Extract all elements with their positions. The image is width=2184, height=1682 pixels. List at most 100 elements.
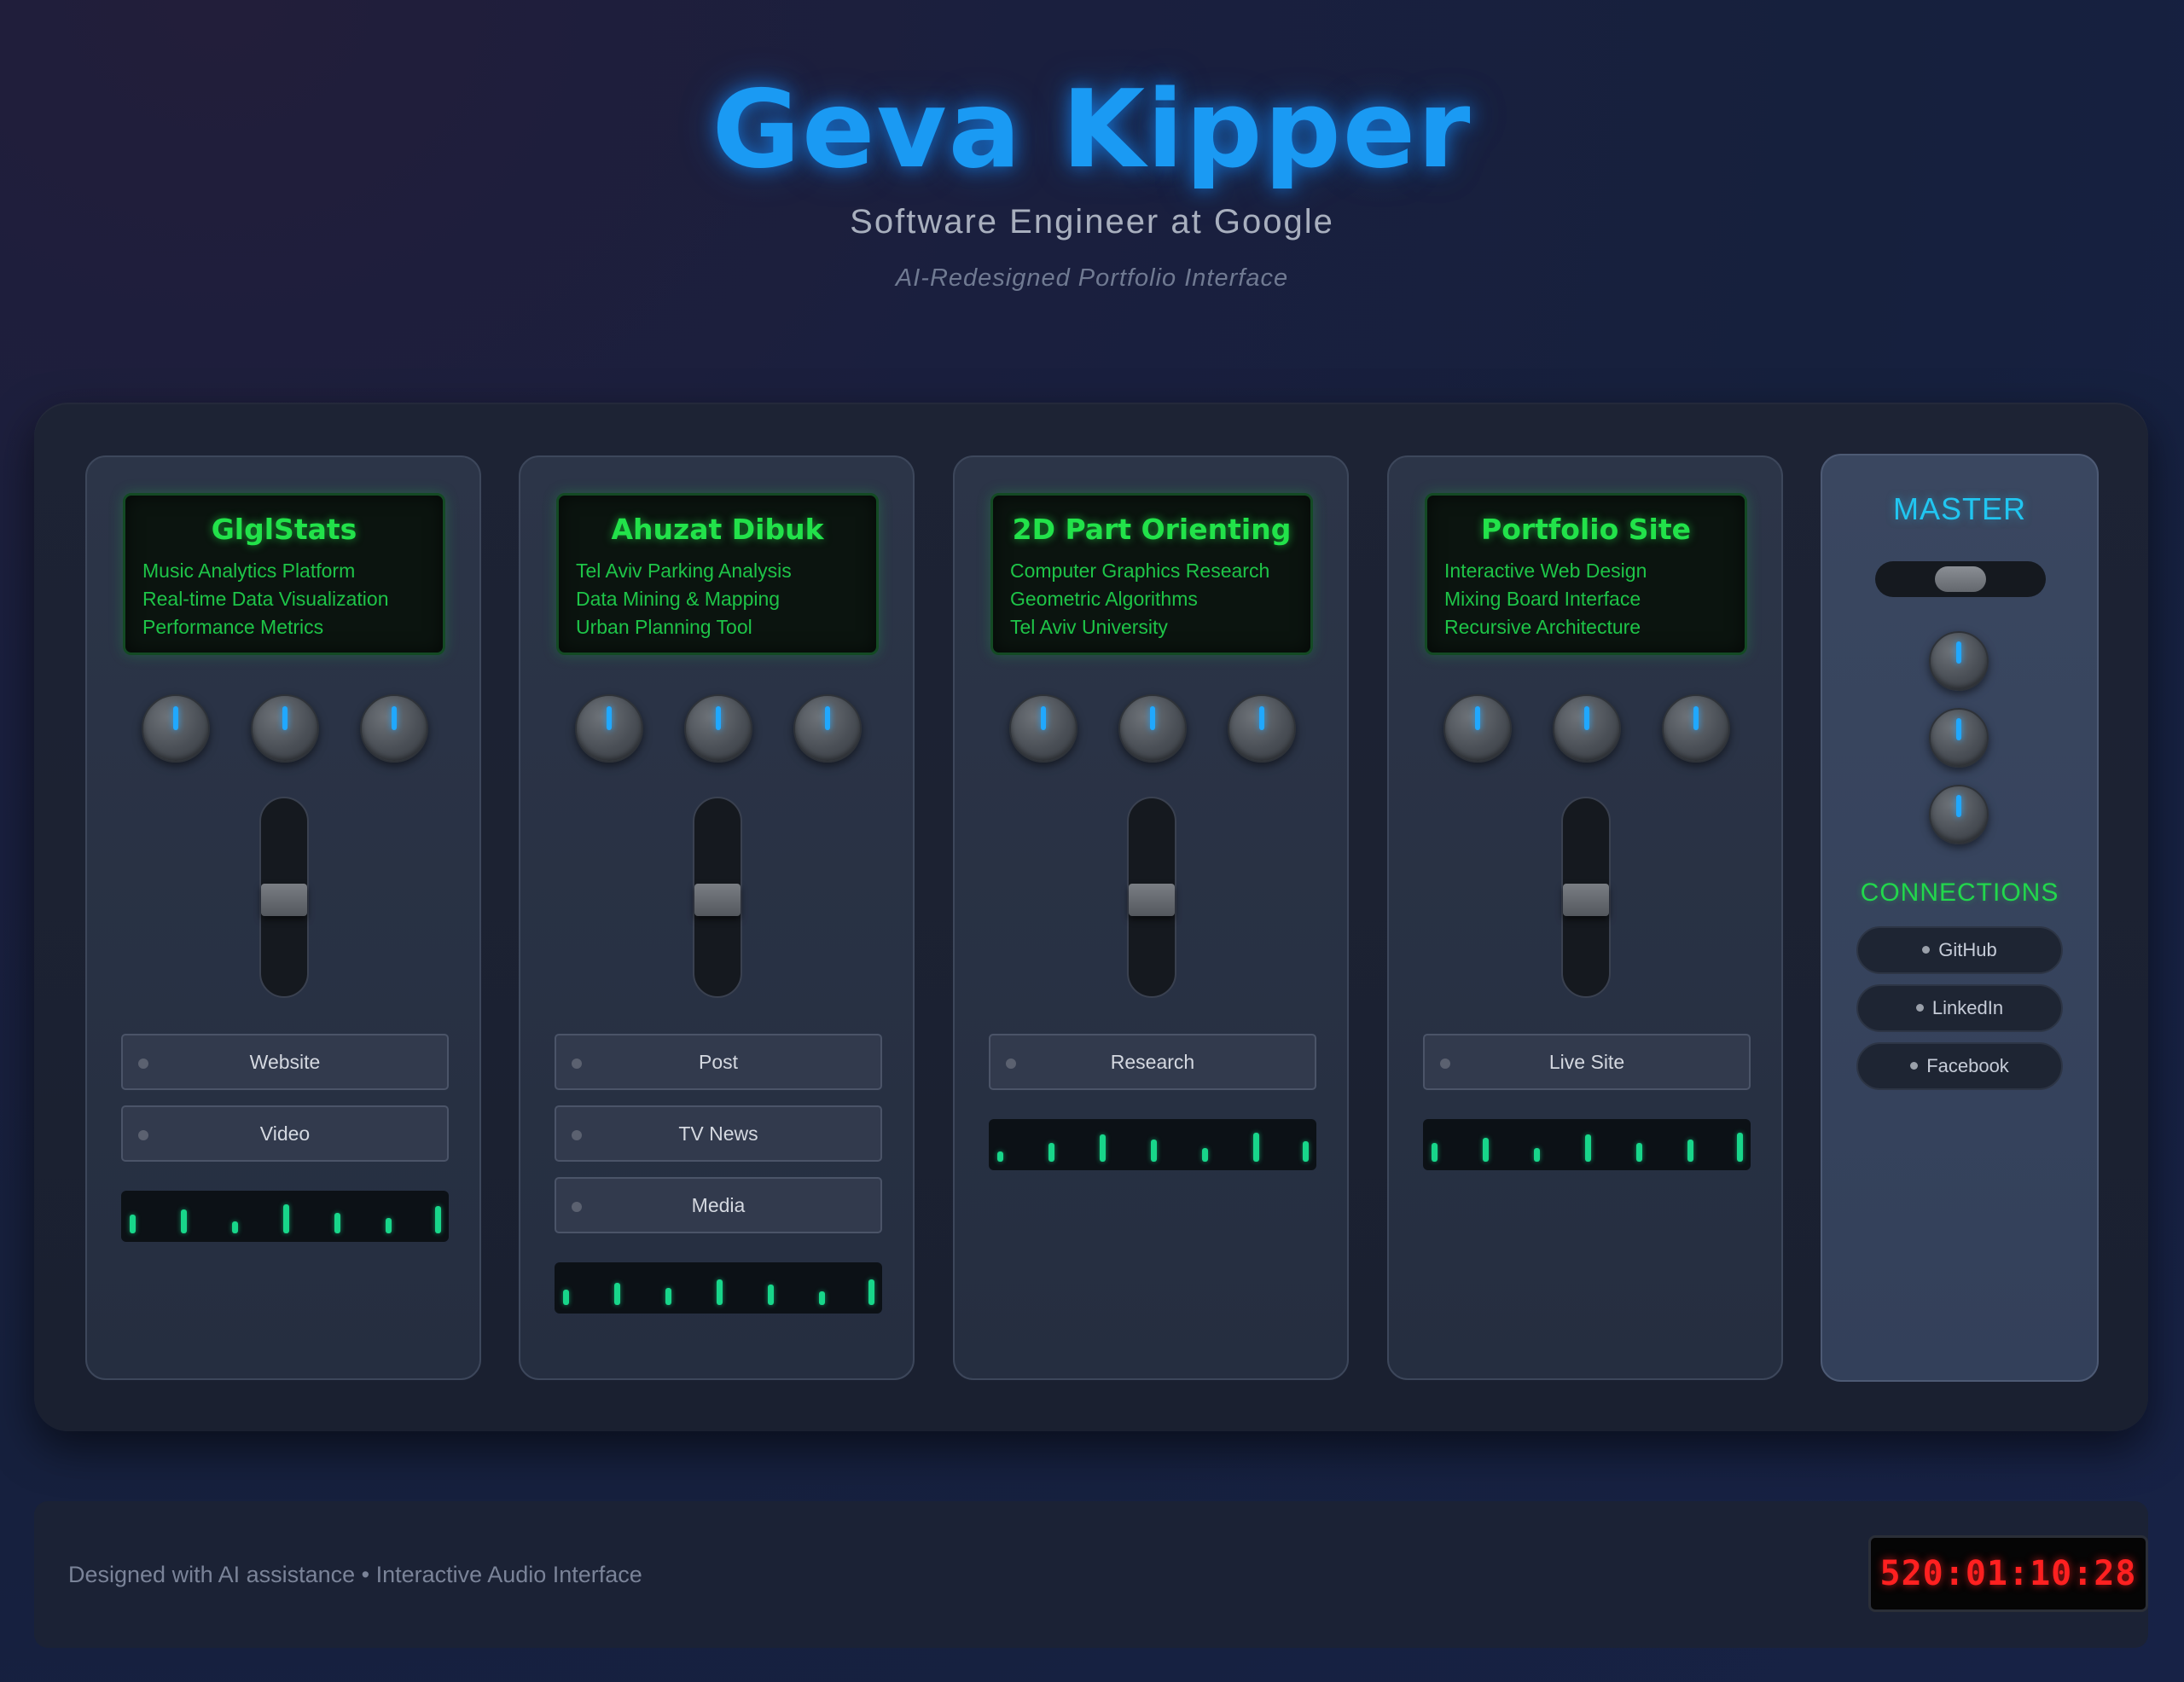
meter-bar — [665, 1288, 671, 1305]
knob[interactable] — [1118, 694, 1187, 763]
meter-bar — [1151, 1140, 1157, 1162]
channel-title: GlglStats — [211, 513, 357, 546]
master-section: MASTER CONNECTIONS GitHub LinkedIn Faceb… — [1821, 454, 2099, 1382]
channel-description-line: Performance Metrics — [142, 616, 324, 638]
meter-bar — [1303, 1141, 1309, 1162]
clock-display: 520:01:10:28 — [1868, 1535, 2148, 1612]
channel-display: Portfolio Site Interactive Web Design Mi… — [1425, 493, 1747, 655]
clock-readout: 520:01:10:28 — [1879, 1554, 2137, 1593]
master-switch[interactable] — [1875, 561, 2046, 597]
fader-track[interactable] — [1127, 797, 1176, 998]
channel-description-line: Tel Aviv Parking Analysis — [576, 560, 792, 582]
master-knob[interactable] — [1929, 631, 1989, 691]
master-knob[interactable] — [1929, 708, 1989, 768]
meter-bar — [868, 1279, 874, 1305]
meter-bar — [1048, 1143, 1054, 1162]
meter-bar — [1585, 1134, 1591, 1162]
meter-bar — [1100, 1134, 1106, 1162]
meter-bar — [1636, 1143, 1642, 1162]
github-link[interactable]: GitHub — [1856, 926, 2063, 974]
meter-bar — [717, 1279, 723, 1305]
knob[interactable] — [1228, 694, 1296, 763]
meter-bar — [1534, 1148, 1540, 1162]
knob[interactable] — [142, 694, 210, 763]
knob[interactable] — [1662, 694, 1730, 763]
channel-glglstats: GlglStats Music Analytics Platform Real-… — [85, 455, 481, 1380]
fader-handle[interactable] — [1563, 884, 1609, 916]
channel-display: Ahuzat Dibuk Tel Aviv Parking Analysis D… — [556, 493, 879, 655]
dot-icon — [1922, 945, 1931, 954]
research-button[interactable]: Research — [989, 1034, 1316, 1090]
meter-bar — [614, 1283, 620, 1305]
connections-title: CONNECTIONS — [1860, 879, 2059, 907]
level-meter — [121, 1191, 449, 1242]
channel-description-line: Computer Graphics Research — [1010, 560, 1270, 582]
button-label: Live Site — [1548, 1051, 1625, 1073]
meter-bar — [1253, 1133, 1259, 1162]
dot-icon — [1910, 1061, 1919, 1070]
fader-handle[interactable] — [1129, 884, 1175, 916]
video-button[interactable]: Video — [121, 1105, 449, 1162]
meter-bar — [1432, 1143, 1438, 1162]
channel-title: 2D Part Orienting — [1012, 513, 1292, 546]
meter-bar — [997, 1151, 1003, 1162]
channel-description-line: Music Analytics Platform — [142, 560, 356, 582]
tv-news-button[interactable]: TV News — [555, 1105, 882, 1162]
post-button[interactable]: Post — [555, 1034, 882, 1090]
button-label: Video — [259, 1122, 311, 1145]
knob[interactable] — [684, 694, 752, 763]
channel-display: GlglStats Music Analytics Platform Real-… — [123, 493, 445, 655]
footer: Designed with AI assistance • Interactiv… — [34, 1501, 2148, 1648]
channel-description-line: Tel Aviv University — [1010, 616, 1168, 638]
connection-label: Facebook — [1926, 1055, 2009, 1076]
meter-bar — [768, 1285, 774, 1305]
channel-title: Portfolio Site — [1481, 513, 1691, 546]
linkedin-link[interactable]: LinkedIn — [1856, 984, 2063, 1032]
channel-description-line: Geometric Algorithms — [1010, 588, 1198, 610]
fader-handle[interactable] — [261, 884, 307, 916]
knob[interactable] — [360, 694, 428, 763]
meter-bar — [181, 1209, 187, 1233]
page-tagline: AI-Redesigned Portfolio Interface — [895, 264, 1289, 292]
fader-track[interactable] — [259, 797, 309, 998]
live-site-button[interactable]: Live Site — [1423, 1034, 1751, 1090]
channel-display: 2D Part Orienting Computer Graphics Rese… — [990, 493, 1313, 655]
fader-handle[interactable] — [694, 884, 741, 916]
media-button[interactable]: Media — [555, 1177, 882, 1233]
meter-bar — [130, 1215, 136, 1233]
footer-text: Designed with AI assistance • Interactiv… — [68, 1562, 642, 1587]
button-label: TV News — [678, 1122, 758, 1145]
channel-portfolio-site: Portfolio Site Interactive Web Design Mi… — [1387, 455, 1783, 1380]
master-title: MASTER — [1892, 491, 2026, 526]
knob[interactable] — [575, 694, 643, 763]
channel-description-line: Mixing Board Interface — [1444, 588, 1641, 610]
channel-description-line: Real-time Data Visualization — [142, 588, 389, 610]
channel-description-line: Interactive Web Design — [1444, 560, 1647, 582]
page-subtitle: Software Engineer at Google — [850, 203, 1334, 241]
meter-bar — [334, 1213, 340, 1233]
connection-label: LinkedIn — [1931, 997, 2004, 1018]
knob[interactable] — [793, 694, 862, 763]
level-meter — [1423, 1119, 1751, 1170]
meter-bar — [1483, 1138, 1489, 1162]
channel-2d-part-orienting: 2D Part Orienting Computer Graphics Rese… — [953, 455, 1349, 1380]
page-title: Geva Kipper — [712, 67, 1472, 192]
level-meter — [989, 1119, 1316, 1170]
master-switch-handle[interactable] — [1935, 566, 1986, 592]
dot-icon — [1915, 1003, 1924, 1012]
button-label: Research — [1110, 1051, 1195, 1073]
knob[interactable] — [1443, 694, 1512, 763]
facebook-link[interactable]: Facebook — [1856, 1042, 2063, 1090]
meter-bar — [283, 1204, 289, 1233]
meter-bar — [1202, 1148, 1208, 1162]
website-button[interactable]: Website — [121, 1034, 449, 1090]
fader-track[interactable] — [693, 797, 742, 998]
channel-description-line: Data Mining & Mapping — [576, 588, 781, 610]
meter-bar — [819, 1291, 825, 1305]
fader-track[interactable] — [1561, 797, 1611, 998]
knob[interactable] — [1009, 694, 1077, 763]
knob[interactable] — [251, 694, 319, 763]
master-knob[interactable] — [1929, 785, 1989, 844]
knob[interactable] — [1553, 694, 1621, 763]
meter-bar — [435, 1206, 441, 1233]
